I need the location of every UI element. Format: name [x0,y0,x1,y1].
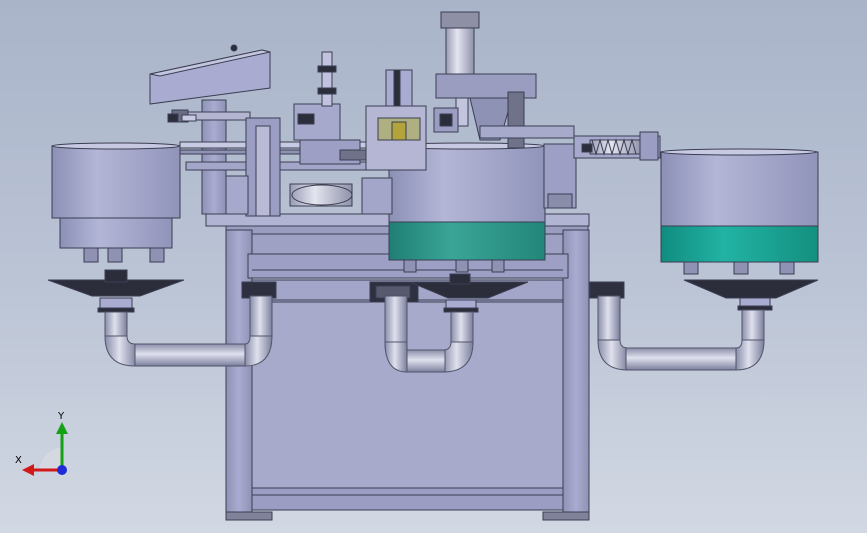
side-bolt [167,113,197,123]
left-bowl-feeder[interactable] [47,142,185,313]
cad-viewport[interactable]: Y X [0,0,867,533]
right-bowl-feeder[interactable] [660,148,819,311]
coordinate-triad: Y X [12,410,82,480]
spring-rod[interactable] [573,131,661,161]
y-axis-label: Y [58,411,65,422]
x-axis-label: X [15,455,22,466]
triad-axes [22,422,68,476]
assembly-model[interactable] [0,0,867,533]
